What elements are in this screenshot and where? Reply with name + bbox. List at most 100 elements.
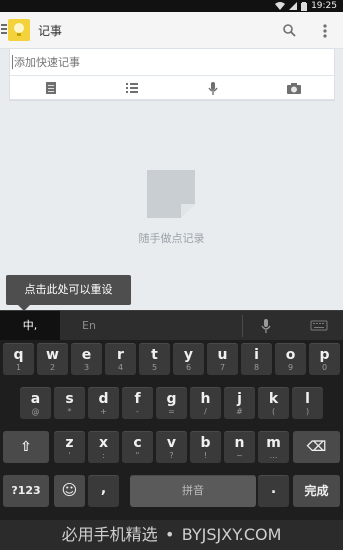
key[interactable]: y6 — [173, 343, 204, 375]
note-tool[interactable] — [10, 76, 91, 100]
key-sublabel: / — [204, 407, 207, 416]
key[interactable]: f- — [122, 387, 153, 419]
key[interactable]: j # — [224, 387, 255, 419]
camera-icon — [286, 83, 301, 94]
key-label: d — [98, 391, 109, 407]
key-sublabel: ~ — [236, 451, 243, 460]
empty-state: 随手做点记录 — [0, 160, 343, 260]
list-icon — [125, 83, 138, 93]
key[interactable]: s * — [54, 387, 85, 419]
key-label: c — [133, 435, 142, 451]
key[interactable]: m… — [258, 431, 289, 463]
signal-icon — [289, 2, 298, 10]
key[interactable]: i8 — [241, 343, 272, 375]
app-bar: 记事 — [0, 12, 343, 49]
key-sublabel: : — [102, 451, 105, 460]
key-label: a — [30, 391, 41, 407]
status-bar: 19:25 — [0, 0, 343, 12]
space-label: 拼音 — [182, 484, 204, 497]
key-sublabel: 1 — [15, 363, 22, 372]
ime-mic-icon[interactable] — [258, 317, 274, 335]
key[interactable]: t5 — [139, 343, 170, 375]
key-label: r — [117, 347, 124, 363]
done-key[interactable]: 完成 — [293, 475, 340, 507]
key[interactable]: e3 — [71, 343, 102, 375]
reset-tooltip: 点击此处可以重设 — [6, 275, 131, 311]
key-label: v — [166, 435, 177, 451]
key-label: s — [65, 391, 74, 407]
key-sublabel: 0 — [321, 363, 328, 372]
key[interactable]: k( — [258, 387, 289, 419]
key[interactable]: d + — [88, 387, 119, 419]
key[interactable]: h / — [190, 387, 221, 419]
quick-note-input[interactable] — [14, 54, 314, 72]
key[interactable]: l) — [292, 387, 323, 419]
key-sublabel: ' — [68, 451, 71, 460]
keyboard-row-1: q1 w2 e3 r4 t5 y6 u7 i8 o9 p0 — [0, 340, 343, 380]
key-label: t — [151, 347, 158, 363]
emoji-key[interactable]: ☺ — [54, 475, 85, 507]
key-sublabel: 2 — [49, 363, 56, 372]
key-sublabel: ? — [169, 451, 174, 460]
menu-icon[interactable] — [0, 22, 8, 38]
key-label: i — [254, 347, 259, 363]
key-label: j — [237, 391, 242, 407]
key-sublabel: 6 — [185, 363, 192, 372]
key-label: y — [183, 347, 194, 363]
ime-topbar: 中, En — [0, 310, 343, 341]
key-label: m — [266, 435, 281, 451]
key[interactable]: z ' — [54, 431, 85, 463]
key-label: p — [319, 347, 330, 363]
key-label: , — [100, 481, 107, 497]
watermark: 必用手机精选 • BYJSJXY.COM — [0, 520, 343, 550]
overflow-menu-icon[interactable] — [315, 21, 335, 41]
search-icon[interactable] — [280, 21, 300, 41]
voice-tool[interactable] — [172, 76, 253, 100]
shift-key[interactable]: ⇧ — [3, 431, 49, 463]
battery-icon — [301, 1, 308, 11]
key[interactable]: a @ — [20, 387, 51, 419]
key-sublabel: # — [236, 407, 243, 416]
key[interactable]: r4 — [105, 343, 136, 375]
key-label: g — [166, 391, 177, 407]
key-label: l — [305, 391, 310, 407]
watermark-separator: • — [164, 525, 175, 544]
key[interactable]: q1 — [3, 343, 34, 375]
key[interactable]: b! — [190, 431, 221, 463]
key-label: z — [65, 435, 74, 451]
keyboard-collapse-icon[interactable] — [310, 318, 328, 334]
key-sublabel: 9 — [287, 363, 294, 372]
key[interactable]: g = — [156, 387, 187, 419]
ime-chinese-tab[interactable]: 中, — [0, 311, 60, 341]
text-caret — [12, 55, 13, 69]
mic-icon — [207, 82, 218, 95]
key-sublabel: 4 — [117, 363, 124, 372]
key[interactable]: u7 — [207, 343, 238, 375]
key-sublabel: " — [135, 451, 140, 460]
key-sublabel: 5 — [151, 363, 158, 372]
period-key[interactable]: . — [258, 475, 289, 507]
list-tool[interactable] — [91, 76, 172, 100]
backspace-key[interactable]: ⌫ — [293, 431, 340, 463]
key-sublabel: ! — [203, 451, 208, 460]
key-label: u — [217, 347, 228, 363]
ime-divider — [242, 315, 243, 337]
app-logo-icon[interactable] — [8, 19, 32, 41]
space-key[interactable]: 拼音 — [130, 475, 256, 507]
camera-tool[interactable] — [253, 76, 334, 100]
key[interactable]: p0 — [309, 343, 340, 375]
key[interactable]: w2 — [37, 343, 68, 375]
key[interactable]: c " — [122, 431, 153, 463]
key[interactable]: o9 — [275, 343, 306, 375]
key[interactable]: n ~ — [224, 431, 255, 463]
key[interactable]: v? — [156, 431, 187, 463]
key-sublabel: @ — [31, 407, 40, 416]
key-label: . — [270, 481, 277, 497]
comma-key[interactable]: , — [88, 475, 119, 507]
soft-keyboard: q1 w2 e3 r4 t5 y6 u7 i8 o9 p0 a @ s * d + f… — [0, 340, 343, 520]
ime-english-tab[interactable]: En — [82, 311, 96, 341]
symbols-key[interactable]: ?123 — [3, 475, 49, 507]
key-label: w — [46, 347, 59, 363]
key[interactable]: x: — [88, 431, 119, 463]
key-sublabel: … — [269, 451, 278, 460]
